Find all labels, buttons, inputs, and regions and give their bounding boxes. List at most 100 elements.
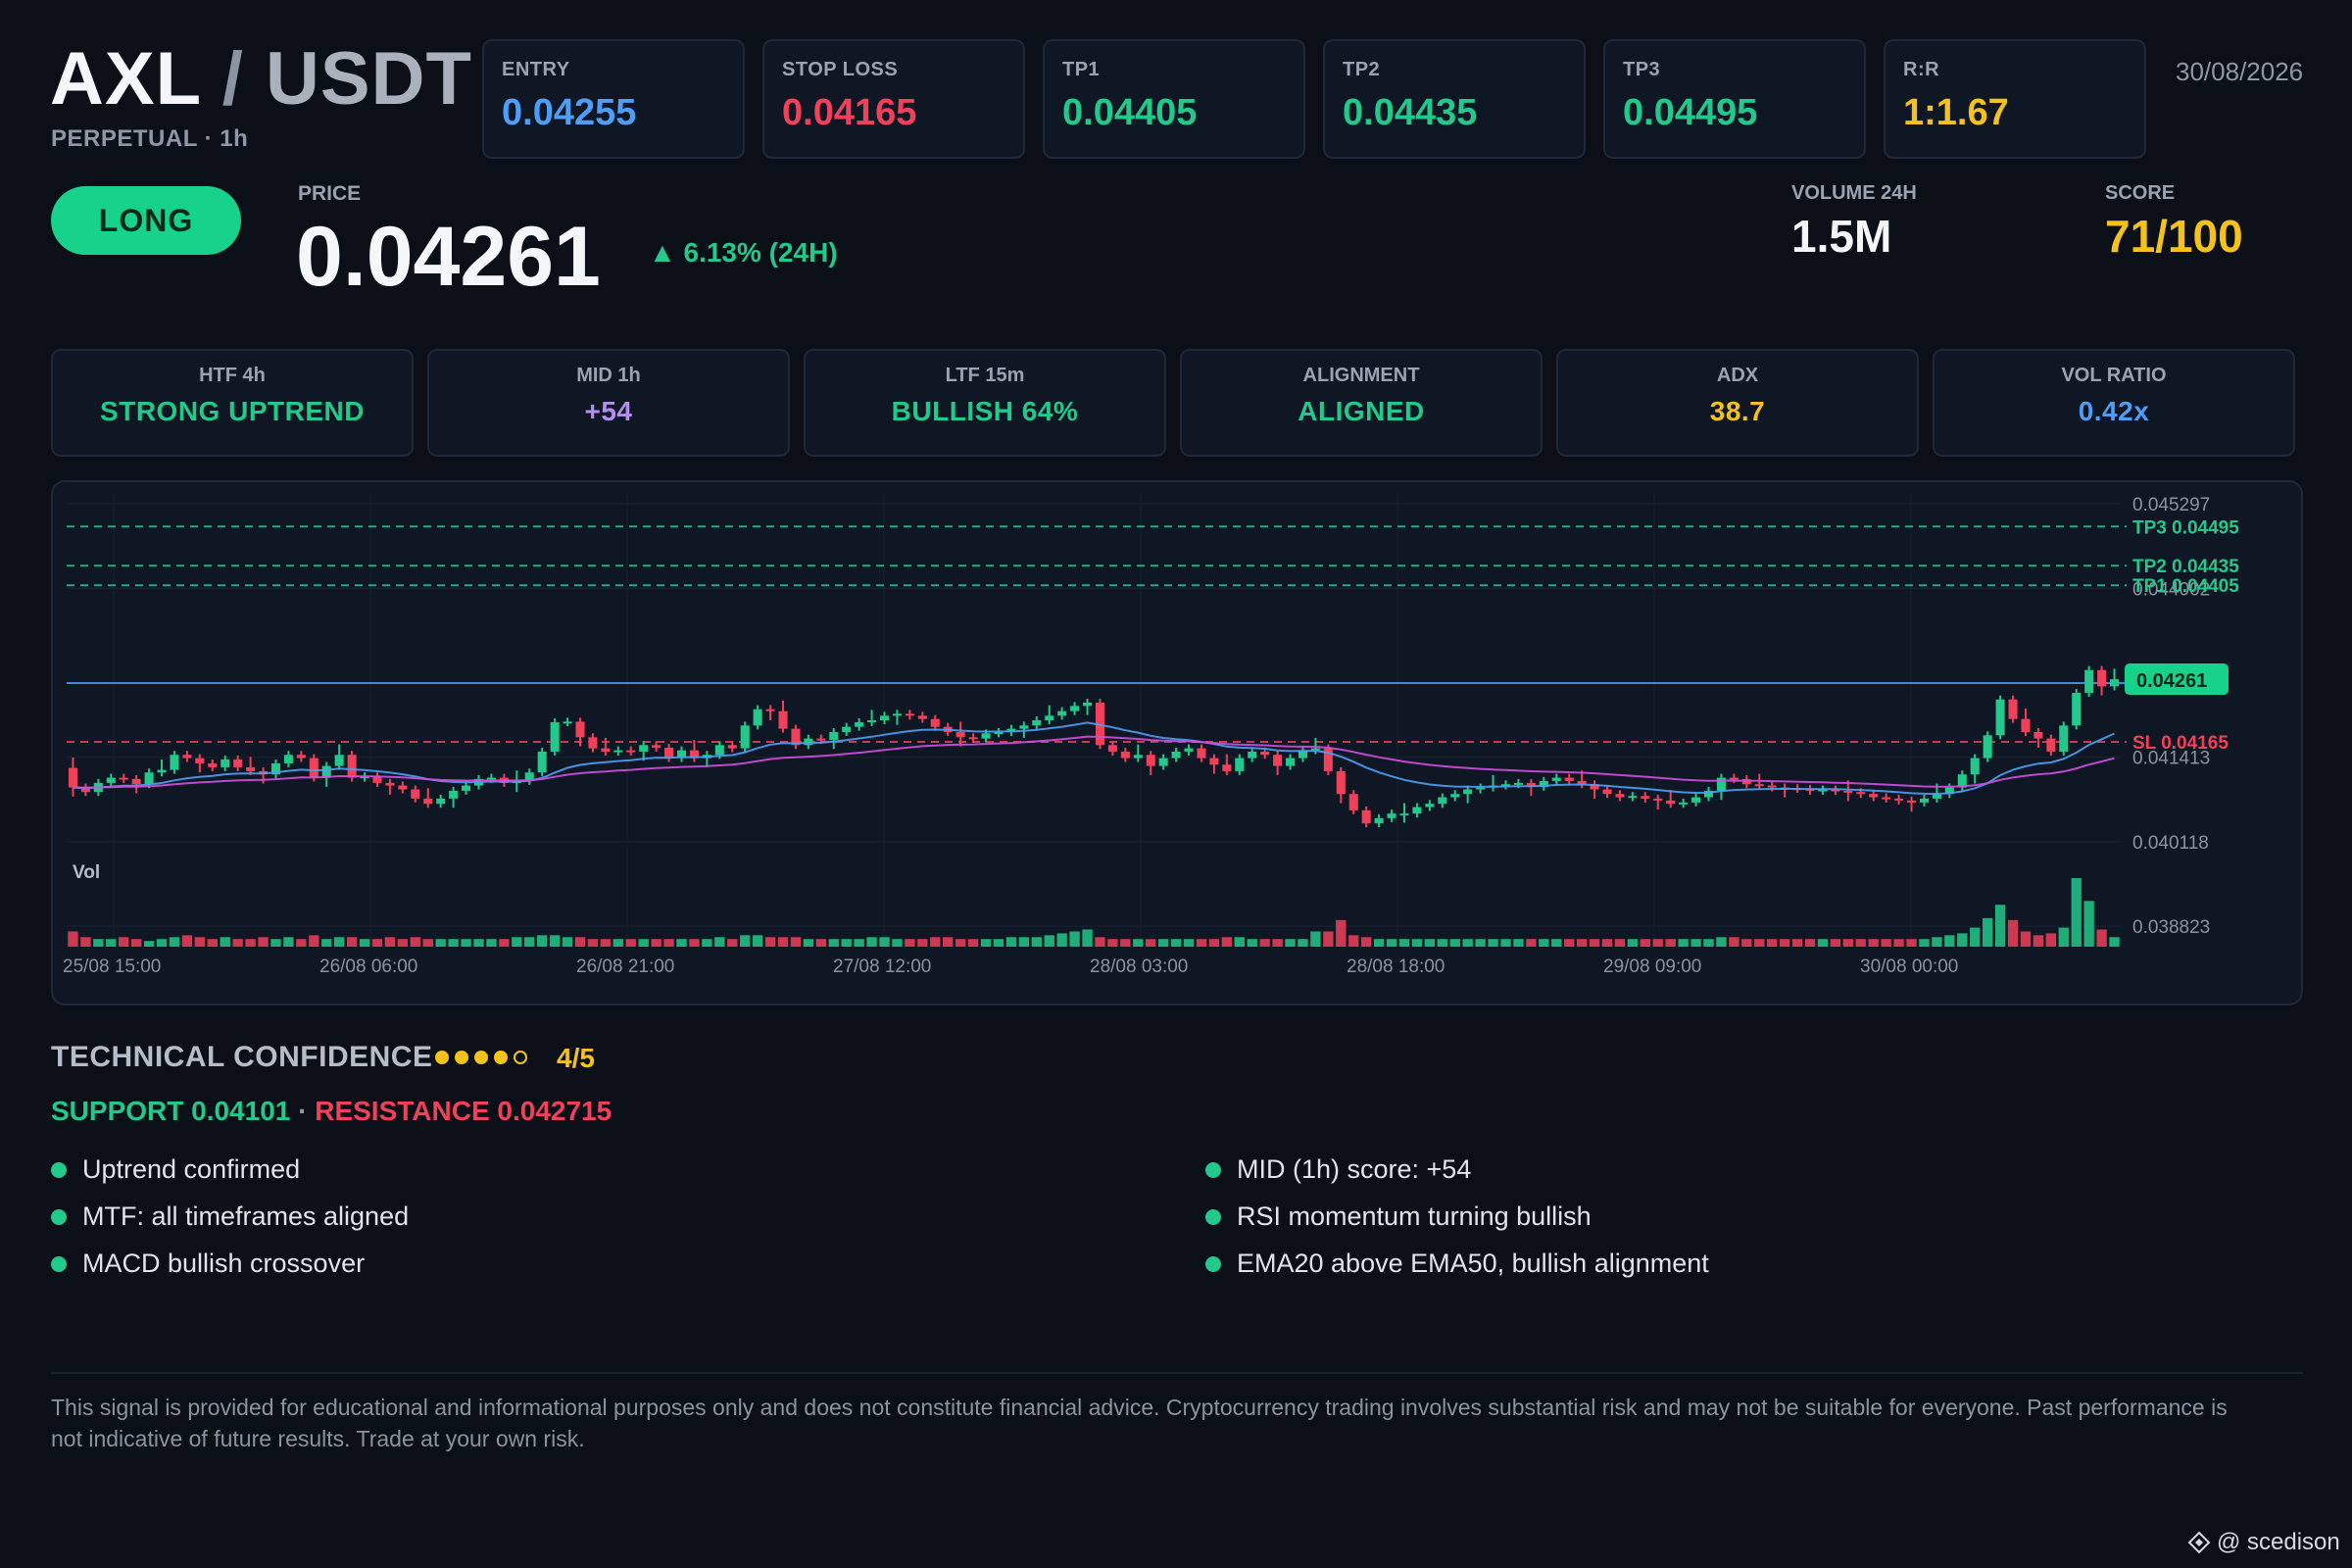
- candle-body: [1158, 758, 1168, 766]
- candle-body: [334, 755, 344, 766]
- volume-bar: [384, 937, 396, 947]
- vol-ratio-card: VOL RATIO 0.42x: [1933, 349, 2295, 457]
- volume-bar: [1539, 939, 1549, 947]
- x-tick-label: 29/08 09:00: [1603, 956, 1701, 977]
- volume-bar: [1120, 939, 1131, 947]
- pair-quote: USDT: [266, 37, 472, 121]
- volume-bar: [1601, 939, 1613, 947]
- current-price-label: 0.04261: [2136, 670, 2207, 692]
- volume-bar: [1982, 917, 1993, 947]
- candle-body: [1045, 715, 1054, 720]
- candle-body: [1107, 745, 1117, 752]
- volume-bar: [562, 937, 573, 947]
- volume-bar: [1703, 939, 1714, 947]
- mid-label: MID 1h: [576, 365, 641, 386]
- candle-body: [2110, 679, 2120, 687]
- volume-bar: [1690, 939, 1701, 947]
- candle-body: [879, 715, 890, 720]
- reason-item: MID (1h) score: +54: [1205, 1154, 1471, 1185]
- candle-body: [1184, 748, 1194, 752]
- volume-bar: [461, 939, 471, 947]
- technical-confidence-title: TECHNICAL CONFIDENCE: [51, 1041, 433, 1073]
- volume-bar: [1044, 935, 1054, 947]
- volume-bar: [854, 939, 864, 947]
- volume-bar: [512, 937, 522, 947]
- volume-bar: [156, 939, 168, 947]
- volume-bar: [1095, 937, 1105, 947]
- volume-bar: [1678, 939, 1689, 947]
- volume-bar: [232, 939, 243, 947]
- volume-bar: [1652, 939, 1663, 947]
- volume-bar: [2020, 931, 2032, 947]
- volume-bar: [930, 937, 941, 947]
- volume-bar: [1475, 939, 1486, 947]
- volume-bar: [119, 937, 129, 947]
- volume-bar: [1500, 939, 1511, 947]
- volume-bar: [207, 939, 218, 947]
- candle-body: [68, 767, 77, 788]
- volume-bar: [1804, 939, 1816, 947]
- candle-body: [1919, 798, 1929, 803]
- tp1-card: TP1 0.04405: [1043, 39, 1305, 159]
- pair-separator: /: [221, 37, 244, 121]
- tp1-value: 0.04405: [1062, 92, 1198, 133]
- support-level: SUPPORT 0.04101: [51, 1096, 291, 1126]
- volume-bar: [676, 939, 687, 947]
- dot-filled-icon: [474, 1051, 488, 1064]
- volume-bar: [1779, 939, 1790, 947]
- volume-bar: [1526, 939, 1537, 947]
- candle-body: [1197, 748, 1206, 759]
- volume-bar: [777, 937, 789, 947]
- volume-bar: [1767, 939, 1778, 947]
- volume-bar: [1208, 939, 1220, 947]
- reason-text: RSI momentum turning bullish: [1237, 1201, 1592, 1231]
- volume-bar: [2071, 878, 2082, 947]
- candle-body: [1653, 798, 1663, 801]
- candle-body: [144, 772, 154, 785]
- volume-bar: [1437, 939, 1447, 947]
- candle-body: [1387, 813, 1396, 818]
- volume-bar: [1107, 939, 1118, 947]
- volume-bar: [1893, 939, 1904, 947]
- tp2-card: TP2 0.04435: [1323, 39, 1586, 159]
- candle-body: [1133, 755, 1143, 759]
- volume-bar: [1133, 939, 1144, 947]
- bullet-icon: [51, 1161, 67, 1178]
- candle-body: [1869, 794, 1879, 798]
- volume-bar: [346, 937, 358, 947]
- x-tick-label: 27/08 12:00: [833, 956, 931, 977]
- sr-separator: ·: [298, 1096, 308, 1126]
- candle-body: [601, 748, 611, 752]
- candle-body: [1019, 725, 1029, 729]
- volume-bar: [2045, 933, 2057, 947]
- volume-bar: [2058, 927, 2069, 947]
- candle-body: [1057, 710, 1067, 716]
- volume-bar: [702, 939, 712, 947]
- candle-body: [2046, 738, 2056, 752]
- entry-label: ENTRY: [502, 59, 570, 80]
- candle-body: [411, 789, 420, 799]
- volume-bar: [422, 939, 433, 947]
- score-value: 71/100: [2105, 211, 2243, 262]
- volume-bar: [1868, 939, 1879, 947]
- volume-bar: [587, 939, 599, 947]
- volume-bar: [1640, 939, 1650, 947]
- candle-body: [1564, 777, 1574, 781]
- volume-bar: [1157, 939, 1169, 947]
- reason-text: Uptrend confirmed: [82, 1154, 301, 1184]
- confidence-score: 4/5: [557, 1043, 595, 1073]
- candle-body: [2072, 693, 2082, 726]
- stop-loss-value: 0.04165: [782, 92, 917, 133]
- candle-body: [486, 777, 496, 780]
- volume-bar: [1234, 937, 1245, 947]
- volume-bar: [309, 935, 319, 947]
- volume-bar: [943, 937, 954, 947]
- diamond-logo-icon: [2187, 1531, 2211, 1554]
- candle-body: [1032, 719, 1042, 726]
- volume-bar: [1906, 939, 1917, 947]
- volume-bar: [1386, 939, 1397, 947]
- volume-bar: [181, 935, 193, 947]
- volume-bar: [220, 937, 230, 947]
- volume-bar: [1627, 939, 1639, 947]
- htf-value: STRONG UPTREND: [100, 396, 365, 426]
